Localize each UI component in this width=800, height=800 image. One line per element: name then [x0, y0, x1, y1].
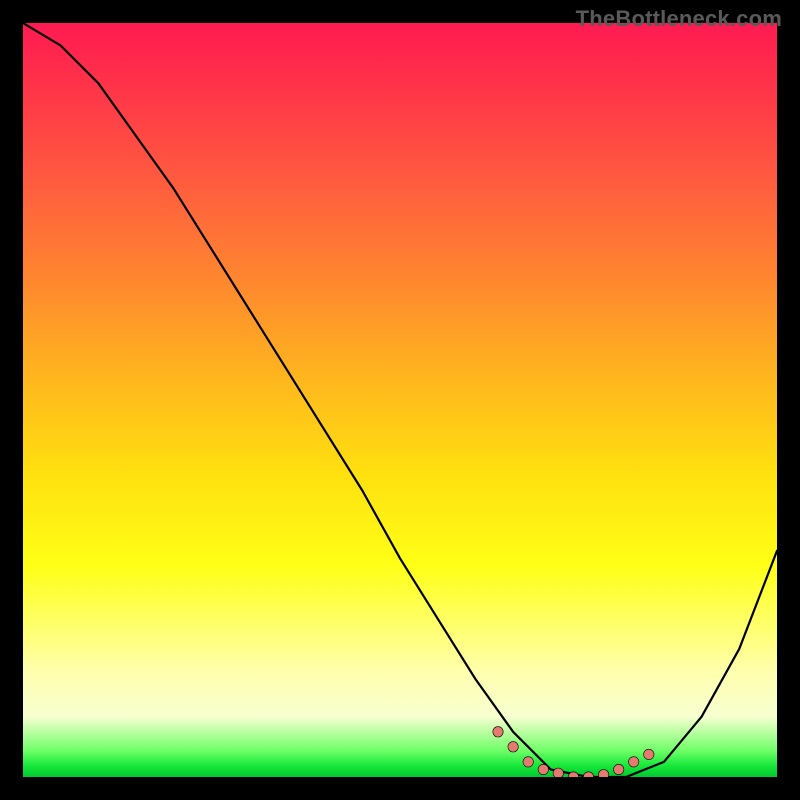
curve-marker: [583, 772, 593, 777]
curve-marker: [508, 742, 518, 752]
curve-marker: [553, 768, 563, 777]
curve-marker: [538, 764, 548, 774]
watermark-text: TheBottleneck.com: [576, 6, 782, 32]
curve-marker: [614, 764, 624, 774]
curve-marker: [598, 770, 608, 778]
plot-area: [23, 23, 777, 777]
curve-marker: [629, 757, 639, 767]
bottleneck-curve: [23, 23, 777, 777]
curve-marker: [523, 757, 533, 767]
chart-stage: TheBottleneck.com: [0, 0, 800, 800]
curve-marker: [493, 727, 503, 737]
curve-marker: [644, 749, 654, 759]
overlay-svg: [23, 23, 777, 777]
